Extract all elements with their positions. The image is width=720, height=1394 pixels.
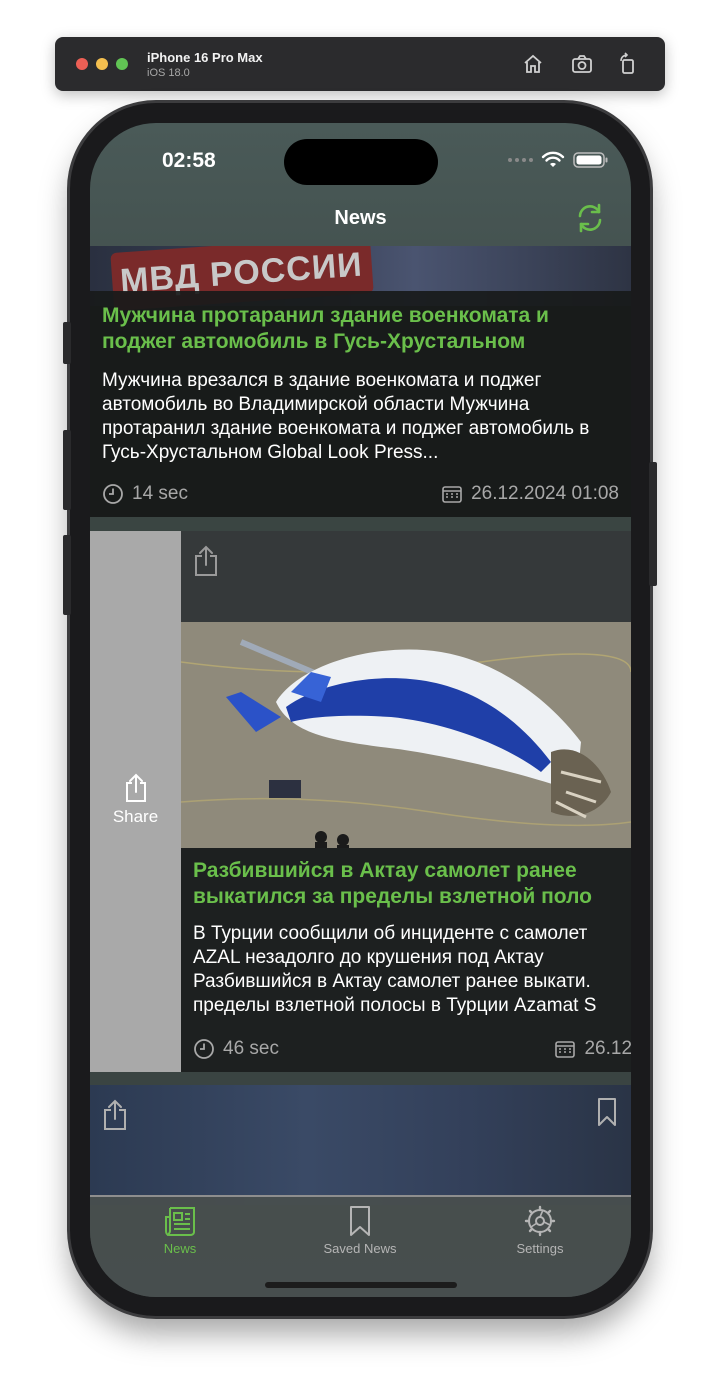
signal-icon <box>508 158 533 162</box>
article-image <box>181 622 631 848</box>
home-icon <box>524 54 542 73</box>
tab-saved-news[interactable]: Saved News <box>300 1205 420 1256</box>
home-indicator[interactable] <box>265 1282 457 1288</box>
article-time-ago: 46 sec <box>223 1038 279 1059</box>
nav-title: News <box>334 207 387 229</box>
article-summary: Мужчина врезался в здание военкомата и п… <box>102 370 590 463</box>
clock-icon <box>103 484 123 504</box>
tab-settings[interactable]: Settings <box>480 1205 600 1256</box>
tab-saved-news-label: Saved News <box>323 1241 397 1256</box>
article-summary-line-2: AZAL незадолго до крушения под Актау <box>193 947 544 968</box>
bookmark-button[interactable] <box>597 1097 617 1132</box>
calendar-icon <box>555 1041 576 1058</box>
article-headline-line-2: выкатился за пределы взлетной поло <box>193 885 592 908</box>
simulator-titlebar: iPhone 16 Pro Max iOS 18.0 <box>55 37 665 91</box>
volume-down-button <box>63 535 71 615</box>
article-headline: Мужчина протаранил здание военкомата и п… <box>102 304 549 353</box>
share-action-label: Share <box>112 807 159 826</box>
article-time-ago: 14 sec <box>132 483 188 504</box>
power-button <box>649 462 657 586</box>
wifi-icon <box>541 151 565 167</box>
article-date: 26.12.2024 01:08 <box>471 483 619 504</box>
screenshot-button[interactable] <box>570 52 594 76</box>
rotate-icon <box>620 52 634 74</box>
article-text-overlay: Мужчина протаранил здание военкомата и п… <box>90 291 631 517</box>
bookmark-icon <box>598 1098 616 1126</box>
camera-icon <box>572 55 592 73</box>
status-time: 02:58 <box>162 149 216 172</box>
share-icon <box>104 1099 126 1130</box>
news-card[interactable] <box>90 1085 631 1205</box>
gear-icon <box>524 1205 556 1237</box>
dynamic-island <box>284 139 438 185</box>
rotate-button[interactable] <box>616 52 640 76</box>
simulator-device-name: iPhone 16 Pro Max <box>147 50 263 65</box>
phone-screen: 02:58 News МВД РОССИИ Мужчина протаранил… <box>90 123 631 1297</box>
article-date: 26.12.202 <box>584 1038 631 1059</box>
action-button <box>63 322 71 364</box>
article-headline-line-1: Разбившийся в Актау самолет ранее <box>193 859 577 882</box>
refresh-icon <box>578 203 602 233</box>
share-button[interactable] <box>193 545 219 582</box>
minimize-window-button[interactable] <box>96 58 108 70</box>
article-meta: 46 sec 26.12.202 <box>193 1038 631 1060</box>
article-summary-line-3: Разбившийся в Актау самолет ранее выкати… <box>193 971 591 992</box>
article-summary-line-4: пределы взлетной полосы в Турции Azamat … <box>193 995 597 1016</box>
simulator-os-version: iOS 18.0 <box>147 67 190 79</box>
bookmark-icon <box>350 1206 370 1236</box>
share-button[interactable] <box>102 1099 128 1136</box>
close-window-button[interactable] <box>76 58 88 70</box>
article-meta: 14 sec 26.12.2024 01:08 <box>102 483 619 505</box>
tab-news-label: News <box>163 1241 197 1256</box>
article-text-overlay: Разбившийся в Актау самолет ранее выкати… <box>181 848 631 1072</box>
clock-icon <box>194 1039 214 1059</box>
swipe-share-action[interactable]: Share <box>90 531 181 1072</box>
battery-icon <box>573 152 608 168</box>
volume-up-button <box>63 430 71 510</box>
status-icons <box>508 151 609 169</box>
article-summary-line-1: В Турции сообщили об инциденте с самолет <box>193 923 588 944</box>
calendar-icon <box>442 486 462 503</box>
news-card[interactable]: МВД РОССИИ Мужчина протаранил здание вое… <box>90 246 631 517</box>
tab-settings-label: Settings <box>516 1241 564 1256</box>
plane-wreck-image <box>181 622 631 848</box>
news-card[interactable]: Share Разбившийся в Актау самолет ранее … <box>90 531 631 1072</box>
share-icon <box>195 545 217 576</box>
zoom-window-button[interactable] <box>116 58 128 70</box>
share-icon <box>126 773 146 802</box>
home-button[interactable] <box>521 52 545 76</box>
refresh-button[interactable] <box>573 201 607 235</box>
card-content: Разбившийся в Актау самолет ранее выкати… <box>181 531 631 1072</box>
tab-news[interactable]: News <box>120 1205 240 1256</box>
newspaper-icon <box>165 1207 195 1236</box>
